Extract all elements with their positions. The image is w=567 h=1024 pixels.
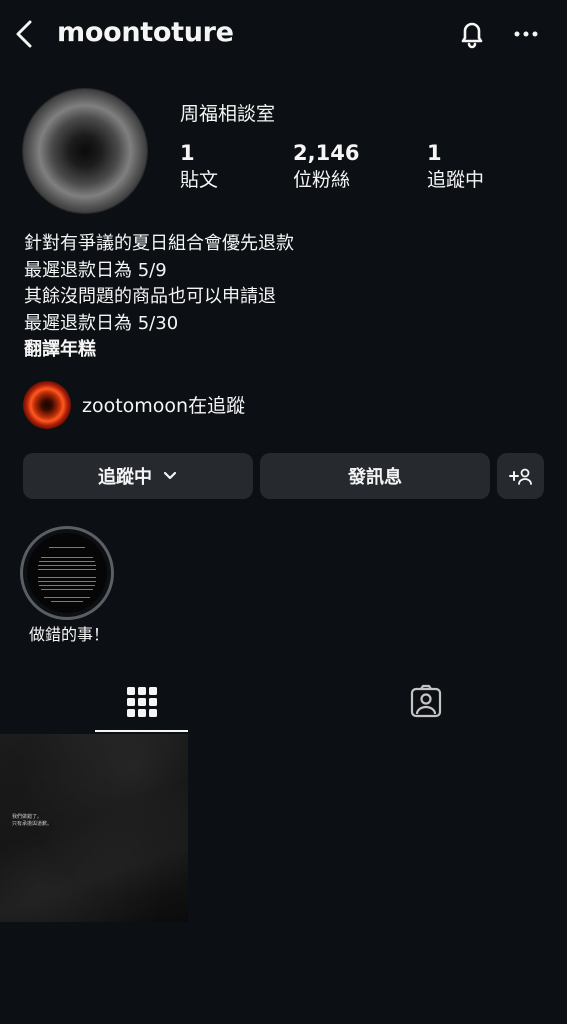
stat-posts[interactable]: 1 貼文 (180, 140, 218, 194)
tagged-person-icon (410, 684, 441, 718)
grid-icon (126, 687, 157, 717)
more-horizontal-icon (514, 31, 538, 37)
post-thumbnail[interactable]: 我們做錯了。 只有承擔與道歉。 (0, 734, 188, 922)
message-button-label: 發訊息 (348, 467, 402, 488)
bio-line: 最遲退款日為 5/9 (24, 259, 167, 281)
bio-line: 針對有爭議的夏日組合會優先退款 (24, 233, 294, 254)
chevron-left-icon (16, 20, 32, 48)
mutual-follower-avatar[interactable] (23, 381, 71, 429)
story-highlight[interactable] (20, 526, 114, 620)
stat-posts-count: 1 (180, 141, 195, 165)
highlight-cover (27, 533, 107, 613)
stat-following-label: 追蹤中 (427, 169, 485, 191)
bell-icon (461, 22, 483, 49)
highlight-label: 做錯的事！ (28, 625, 109, 644)
stat-posts-label: 貼文 (180, 169, 219, 191)
stat-followers-count: 2,146 (293, 141, 360, 165)
add-person-icon (508, 468, 532, 485)
suggested-users-button[interactable] (497, 453, 544, 499)
post-caption-line: 只有承擔與道歉。 (12, 821, 53, 827)
back-button[interactable] (8, 14, 40, 54)
profile-username: moontoture (57, 17, 234, 48)
stat-followers-label: 位粉絲 (293, 169, 351, 191)
more-options-button[interactable] (508, 14, 548, 54)
followed-by-suffix: 在追蹤 (188, 395, 246, 417)
stat-following[interactable]: 1 追蹤中 (427, 140, 484, 194)
stat-followers[interactable]: 2,146 位粉絲 (293, 140, 359, 194)
following-button-label: 追蹤中 (98, 467, 152, 488)
tab-tagged[interactable] (379, 680, 472, 732)
message-button[interactable]: 發訊息 (260, 453, 490, 499)
bio-line: 其餘沒問題的商品也可以申請退 (24, 286, 276, 307)
bio-bold-line: 翻譯年糕 (24, 339, 96, 360)
display-name: 周福相談室 (180, 103, 276, 125)
followed-by-text[interactable]: zootomoon在追蹤 (82, 392, 245, 420)
tab-posts-grid[interactable] (95, 680, 188, 732)
active-tab-indicator (95, 730, 188, 732)
chevron-down-icon (162, 468, 178, 484)
bio-line: 最遲退款日為 5/30 (24, 312, 179, 334)
mutual-follower-name: zootomoon (82, 395, 189, 417)
notifications-button[interactable] (452, 14, 492, 54)
post-caption-line: 我們做錯了。 (12, 814, 43, 820)
stat-following-count: 1 (427, 141, 442, 165)
profile-avatar[interactable] (23, 89, 147, 213)
following-button[interactable]: 追蹤中 (23, 453, 253, 499)
profile-bio: 針對有爭議的夏日組合會優先退款 最遲退款日為 5/9 其餘沒問題的商品也可以申請… (24, 231, 294, 364)
